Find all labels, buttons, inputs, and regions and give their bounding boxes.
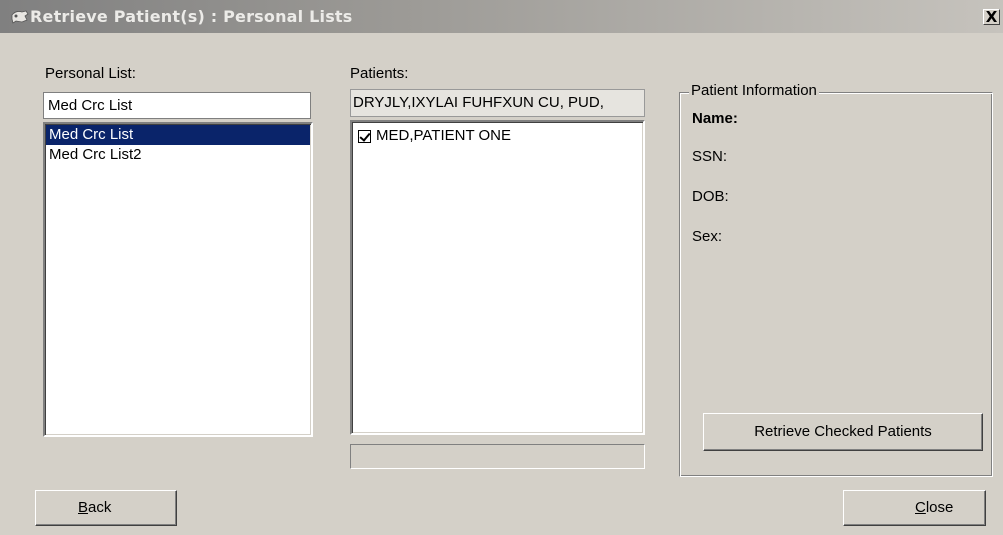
status-panel xyxy=(350,444,645,469)
patients-listbox[interactable]: MED,PATIENT ONE xyxy=(350,120,645,435)
close-button[interactable]: Close xyxy=(843,490,986,526)
close-window-button[interactable]: X xyxy=(983,9,1000,25)
name-label: Name: xyxy=(692,110,738,127)
close-button-label: lose xyxy=(925,499,954,516)
back-button[interactable]: Back xyxy=(35,490,177,526)
back-button-label: ack xyxy=(88,499,112,516)
retrieve-checked-patients-button[interactable]: Retrieve Checked Patients xyxy=(703,413,983,451)
ssn-label: SSN: xyxy=(692,148,728,165)
patient-row[interactable]: MED,PATIENT ONE xyxy=(358,126,643,146)
patient-name: MED,PATIENT ONE xyxy=(376,127,512,144)
back-button-accel: B xyxy=(78,499,89,516)
patient-checkbox[interactable] xyxy=(358,129,371,143)
sex-label: Sex: xyxy=(692,228,723,245)
list-item[interactable]: Med Crc List xyxy=(46,125,310,145)
personal-list-label: Personal List: xyxy=(45,65,136,82)
app-icon xyxy=(11,10,29,24)
personal-list-input[interactable]: Med Crc List xyxy=(43,92,311,119)
patients-label: Patients: xyxy=(350,65,409,82)
patient-information-title: Patient Information xyxy=(689,82,819,99)
patients-column-header[interactable]: DRYJLY,IXYLAI FUHFXUN CU, PUD, xyxy=(350,89,645,117)
list-item[interactable]: Med Crc List2 xyxy=(46,145,310,165)
personal-list-listbox[interactable]: Med Crc List Med Crc List2 xyxy=(43,122,313,437)
dob-label: DOB: xyxy=(692,188,729,205)
window-title: Retrieve Patient(s) : Personal Lists xyxy=(30,7,353,26)
close-button-accel: C xyxy=(915,499,926,516)
